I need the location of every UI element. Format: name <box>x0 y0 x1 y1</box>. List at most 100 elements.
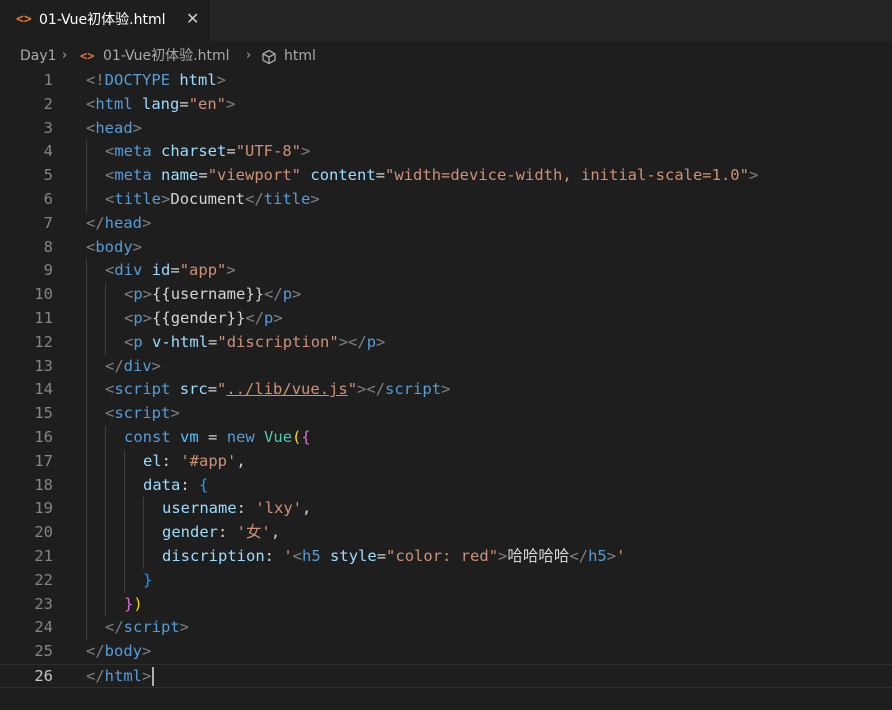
indent-guide <box>86 545 87 569</box>
code-text: </html> <box>86 665 155 689</box>
code-token: </ <box>569 547 589 565</box>
code-token: src <box>179 380 208 399</box>
code-line[interactable]: 10 <p>{{username}}</p> <box>0 283 892 307</box>
code-line[interactable]: 21 discription: '<h5 style="color: red">哈… <box>0 545 892 569</box>
code-line[interactable]: 2 <html lang="en"> <box>0 93 892 117</box>
code-token: ../lib/vue.js <box>226 380 348 399</box>
code-token: p <box>282 285 293 304</box>
line-number: 2 <box>43 94 53 113</box>
code-token: div <box>114 261 143 280</box>
code-line[interactable]: 18 data: { <box>0 473 892 498</box>
code-line[interactable]: 5 <meta name="viewport" content="width=de… <box>0 164 892 188</box>
code-token: p <box>264 309 274 327</box>
code-line[interactable]: 16 const vm = new Vue({ <box>0 426 892 450</box>
code-token: ></ <box>338 332 367 351</box>
code-token: </ <box>86 642 105 661</box>
line-number: 25 <box>34 642 53 661</box>
code-token: < <box>105 261 115 280</box>
code-line[interactable]: 4 <meta charset="UTF-8"> <box>0 140 892 165</box>
code-text: } <box>143 569 152 593</box>
code-line[interactable]: 14 <script src="../lib/vue.js"></script> <box>0 378 892 403</box>
line-number: 24 <box>34 618 53 637</box>
code-text: <script src="../lib/vue.js"></script> <box>105 378 450 402</box>
code-token: '女' <box>236 523 271 542</box>
code-line[interactable]: 20 gender: '女', <box>0 521 892 545</box>
code-line[interactable]: 15 <script> <box>0 402 892 426</box>
code-token: '#app' <box>180 451 237 470</box>
indent-guide <box>86 402 87 426</box>
code-text: data: { <box>143 474 208 498</box>
code-line[interactable]: 9 <div id="app"> <box>0 259 892 284</box>
breadcrumb-folder[interactable]: Day1 <box>20 43 57 69</box>
code-token: " <box>217 380 227 399</box>
code-line[interactable]: 12 <p v-html="discription"></p> <box>0 330 892 355</box>
code-text: <meta charset="UTF-8"> <box>105 140 310 164</box>
code-line[interactable]: 1 <!DOCTYPE html> <box>0 69 892 93</box>
code-editor[interactable]: 1 <!DOCTYPE html> 2 <html lang="en"> 3 <head>… <box>0 69 892 710</box>
code-token: : <box>161 451 181 470</box>
code-token: < <box>124 309 134 327</box>
code-token: = <box>198 166 208 185</box>
code-line[interactable]: 24 </script> <box>0 616 892 641</box>
code-line[interactable]: 22} <box>0 568 892 593</box>
text-cursor <box>152 667 155 686</box>
code-token: new <box>226 428 255 446</box>
code-line[interactable]: 7 </head> <box>0 212 892 236</box>
code-token: > <box>441 380 451 399</box>
code-token: vm <box>180 428 199 446</box>
code-token: " <box>347 380 358 399</box>
code-line[interactable]: 23}) <box>0 592 892 617</box>
code-token: > <box>179 618 190 637</box>
code-token: < <box>124 285 134 304</box>
code-token: > <box>142 667 152 685</box>
code-line[interactable]: 11 <p>{{gender}}</p> <box>0 307 892 331</box>
code-token: > <box>226 261 236 280</box>
line-number: 16 <box>34 428 53 446</box>
code-token: </ <box>86 667 105 685</box>
indent-guide <box>86 307 87 331</box>
code-token: style <box>330 547 377 565</box>
code-line[interactable]: 19 username: 'lxy', <box>0 497 892 522</box>
code-line[interactable]: 8 <body> <box>0 236 892 260</box>
code-token: < <box>105 404 115 423</box>
line-number: 10 <box>34 285 53 304</box>
indent-guide <box>86 283 87 307</box>
code-token: = <box>376 547 387 565</box>
breadcrumb-symbol[interactable]: html <box>284 43 316 69</box>
line-number: 20 <box>34 523 53 542</box>
code-line[interactable]: 13 </div> <box>0 354 892 379</box>
code-line[interactable]: 6 <title>Document</title> <box>0 188 892 212</box>
breadcrumb: Day1 › <> 01-Vue初体验.html › html <box>0 43 892 69</box>
code-line[interactable]: 17 el: '#app', <box>0 449 892 474</box>
code-token: ) <box>133 594 143 613</box>
code-token: { <box>301 428 311 446</box>
code-text: }) <box>124 593 143 617</box>
code-token: </ <box>245 190 264 208</box>
code-token: html <box>104 667 142 685</box>
line-number: 18 <box>34 475 53 494</box>
editor-window: <> 01-Vue初体验.html ✕ Day1 › <> 01-Vue初体验.… <box>0 0 892 710</box>
breadcrumb-file[interactable]: 01-Vue初体验.html <box>103 43 230 69</box>
close-icon[interactable]: ✕ <box>186 9 199 29</box>
tab-active-file[interactable]: <> 01-Vue初体验.html ✕ <box>0 0 211 41</box>
code-token: head <box>95 118 133 137</box>
code-line[interactable]: 25 </body> <box>0 640 892 664</box>
code-token: > <box>292 285 302 304</box>
line-number: 19 <box>34 499 53 518</box>
code-token: > <box>606 547 617 565</box>
code-line[interactable]: 3 <head> <box>0 117 892 141</box>
code-token: > <box>161 190 171 208</box>
line-number: 22 <box>34 570 53 589</box>
code-text: gender: '女', <box>162 521 280 545</box>
code-text: </head> <box>86 212 151 236</box>
code-text: username: 'lxy', <box>162 497 311 521</box>
code-text: <title>Document</title> <box>105 188 320 212</box>
tab-label: 01-Vue初体验.html <box>39 12 166 28</box>
code-line[interactable]: 26 </html> <box>0 664 892 688</box>
line-number: 15 <box>34 404 53 423</box>
line-number: 13 <box>34 356 53 375</box>
line-number: 6 <box>43 190 53 208</box>
